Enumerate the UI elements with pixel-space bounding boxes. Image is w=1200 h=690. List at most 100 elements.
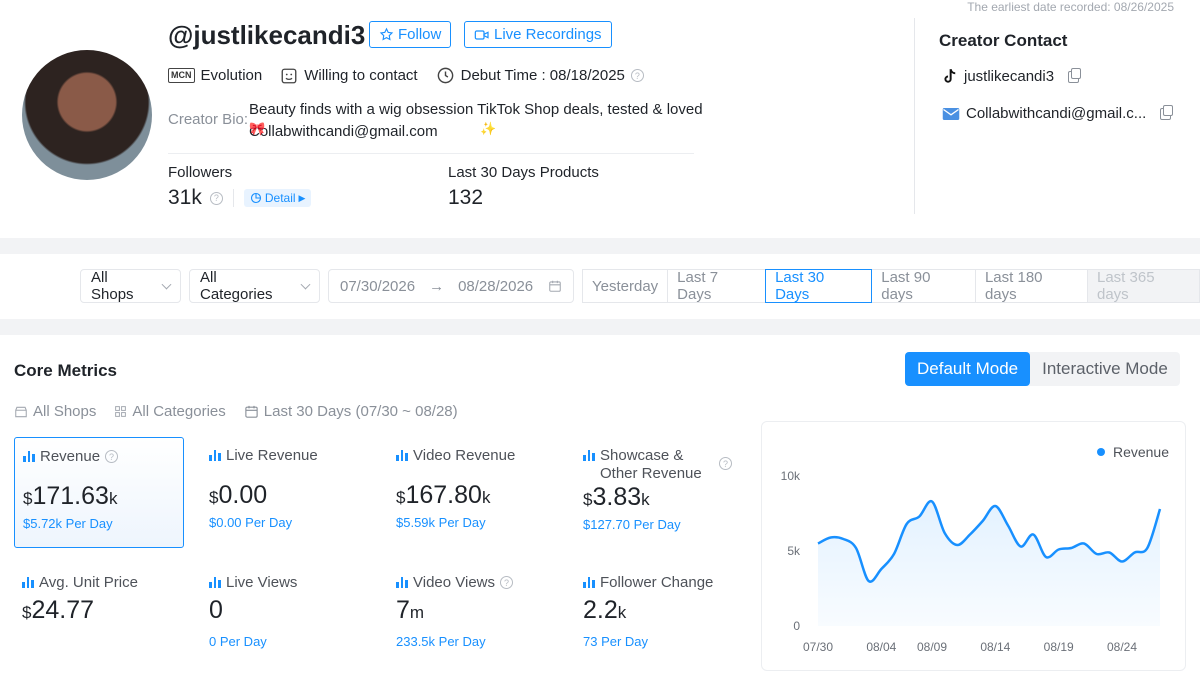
metric-card-follower-change[interactable]: Follower Change 2.2k 73 Per Day <box>575 564 745 675</box>
sparkle-emoji-icon: ✨ <box>480 121 497 136</box>
core-metrics-title: Core Metrics <box>14 361 117 380</box>
x-tick-label: 08/09 <box>917 640 947 654</box>
range-last-30-days[interactable]: Last 30 Days <box>765 269 873 303</box>
interactive-mode-button[interactable]: Interactive Mode <box>1030 352 1180 386</box>
shops-select-value: All Shops <box>91 269 134 303</box>
metric-value: 2.2k <box>583 596 737 625</box>
scope-period-label: Last 30 Days (07/30 ~ 08/28) <box>263 403 458 420</box>
range-last-365-days: Last 365 days <box>1086 269 1200 303</box>
scope-period: Last 30 Days (07/30 ~ 08/28) <box>244 403 458 420</box>
range-last-7-days[interactable]: Last 7 Days <box>667 269 767 303</box>
revenue-chart-container: Revenue 0 5k 10k 07/30 08/04 08/09 08/14 08/19 0… <box>761 421 1186 671</box>
live-recordings-button[interactable]: Live Recordings <box>464 21 612 48</box>
metric-per-day: 233.5k Per Day <box>396 634 486 649</box>
metric-label: Live Revenue <box>226 447 318 464</box>
followers-value: 31k <box>168 186 202 209</box>
metric-suffix: k <box>108 489 118 508</box>
contact-email: Collabwithcandi@gmail.c... <box>942 104 1174 122</box>
metric-card-showcase-revenue[interactable]: Showcase & Other Revenue? $3.83k $127.70… <box>575 437 740 548</box>
mode-switch: Default Mode Interactive Mode <box>905 352 1180 386</box>
metric-card-video-revenue[interactable]: Video Revenue $167.80k $5.59k Per Day <box>388 437 558 548</box>
metric-number: 24.77 <box>31 596 95 624</box>
metric-card-video-views[interactable]: Video Views? 7m 233.5k Per Day <box>388 564 558 675</box>
help-icon[interactable]: ? <box>630 69 644 82</box>
filter-bar: All Shops All Categories 07/30/2026 → 08… <box>0 254 1200 319</box>
mcn-icon: MCN <box>168 68 195 83</box>
metric-number: 0 <box>209 596 223 624</box>
mcn-info: MCN Evolution <box>168 67 262 84</box>
metric-suffix: m <box>409 603 425 622</box>
metric-card-live-revenue[interactable]: Live Revenue $0.00 $0.00 Per Day <box>201 437 371 548</box>
follow-button-label: Follow <box>398 26 442 43</box>
chart-legend[interactable]: Revenue <box>1096 444 1169 460</box>
range-yesterday[interactable]: Yesterday <box>582 269 669 303</box>
divider <box>914 18 915 214</box>
followers-stat: Followers 31k ? Detail ▶ <box>168 164 312 210</box>
metric-per-day: $5.72k Per Day <box>23 516 113 531</box>
metric-label: Live Views <box>226 574 298 591</box>
creator-profile-panel: The earliest date recorded: 08/26/2025 @… <box>0 0 1200 238</box>
help-icon[interactable]: ? <box>719 457 732 470</box>
metric-label: Follower Change <box>600 574 714 591</box>
metric-value: 7m <box>396 596 550 625</box>
range-last-90-days[interactable]: Last 90 days <box>871 269 976 303</box>
metric-label: Video Revenue <box>413 447 516 464</box>
live-recordings-label: Live Recordings <box>494 26 602 43</box>
copy-icon[interactable] <box>1068 67 1082 83</box>
metric-value: $24.77 <box>22 596 176 625</box>
range-last-180-days[interactable]: Last 180 days <box>974 269 1088 303</box>
help-icon[interactable]: ? <box>209 191 223 205</box>
x-tick-label: 07/30 <box>803 640 833 654</box>
metric-number: 3.83 <box>592 483 642 511</box>
pie-chart-icon <box>250 192 261 204</box>
categories-select[interactable]: All Categories <box>189 269 320 303</box>
x-tick-label: 08/04 <box>866 640 896 654</box>
contact-status-label: Willing to contact <box>304 67 418 84</box>
shops-select[interactable]: All Shops <box>80 269 181 303</box>
play-arrow-icon: ▶ <box>298 192 306 203</box>
metric-card-avg-unit-price[interactable]: Avg. Unit Price $24.77 <box>14 564 184 675</box>
bio-label: Creator Bio: <box>168 111 249 128</box>
metric-per-day: 0 Per Day <box>209 634 267 649</box>
metric-per-day: $127.70 Per Day <box>583 517 681 532</box>
metric-label: Revenue <box>40 448 101 465</box>
metric-per-day: $5.59k Per Day <box>396 515 486 530</box>
metric-number: 0.00 <box>218 481 268 509</box>
y-tick-label: 5k <box>787 544 801 558</box>
metric-card-revenue[interactable]: Revenue? $171.63k $5.72k Per Day <box>14 437 184 548</box>
shop-icon <box>15 406 27 417</box>
grid-icon <box>115 406 127 417</box>
default-mode-button[interactable]: Default Mode <box>905 352 1031 386</box>
metric-value: 0 <box>209 596 363 625</box>
mcn-label: Evolution <box>200 67 263 84</box>
metric-card-live-views[interactable]: Live Views 0 0 Per Day <box>201 564 371 675</box>
metric-value: $3.83k <box>583 483 732 512</box>
metric-label: Video Views <box>413 574 496 591</box>
x-tick-label: 08/14 <box>980 640 1010 654</box>
video-camera-icon <box>474 29 489 40</box>
avatar <box>22 50 152 180</box>
email-icon <box>942 107 960 120</box>
legend-dot <box>1096 448 1105 456</box>
bar-chart-icon <box>22 577 34 588</box>
help-icon[interactable]: ? <box>500 576 514 589</box>
metric-value: $171.63k <box>23 482 175 511</box>
divider <box>168 153 694 154</box>
bar-chart-icon <box>396 577 408 588</box>
follower-detail-button[interactable]: Detail ▶ <box>243 189 312 207</box>
help-icon[interactable]: ? <box>105 450 119 463</box>
x-tick-label: 08/24 <box>1107 640 1137 654</box>
copy-icon[interactable] <box>1160 104 1174 120</box>
follow-button[interactable]: Follow <box>369 21 452 48</box>
metric-label: Avg. Unit Price <box>39 574 138 591</box>
products-stat: Last 30 Days Products 132 <box>448 164 599 210</box>
smile-icon <box>281 68 297 83</box>
metric-value: $167.80k <box>396 481 550 510</box>
date-range-picker[interactable]: 07/30/2026 → 08/28/2026 <box>328 269 574 303</box>
metric-number: 171.63 <box>32 482 109 510</box>
bar-chart-icon <box>583 450 595 461</box>
core-metrics-panel: Core Metrics Default Mode Interactive Mo… <box>0 335 1200 690</box>
metric-suffix: k <box>641 490 650 509</box>
revenue-area <box>818 501 1160 626</box>
calendar-icon <box>549 280 561 292</box>
